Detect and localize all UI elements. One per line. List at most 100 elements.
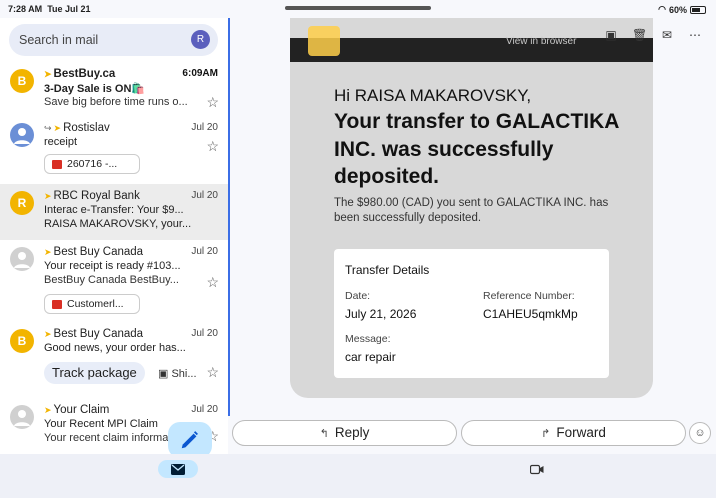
truck-icon: ▣	[158, 368, 172, 380]
email-headline: Your transfer to GALACTIKA INC. was succ…	[334, 110, 619, 188]
attachment-name: 260716 -...	[67, 158, 118, 170]
sender-logo	[308, 26, 340, 56]
mail-subject: receipt	[44, 136, 78, 148]
mail-snippet: RAISA MAKAROVSKY, your...	[44, 218, 192, 230]
pdf-icon	[52, 160, 62, 169]
track-package-button[interactable]: Track package	[44, 362, 145, 384]
important-marker-icon: ➤	[44, 247, 52, 257]
mail-sender-text: BestBuy.ca	[53, 68, 116, 80]
mail-item-rbc[interactable]: R ➤ RBC Royal Bank Jul 20 Interac e-Trans…	[0, 184, 228, 240]
mail-sender: ➤ Best Buy Canada	[44, 328, 143, 340]
reply-button[interactable]: ↰ Reply	[232, 420, 457, 446]
reply-label: Reply	[334, 425, 370, 440]
mail-item-rostislav[interactable]: ↪ ➤ Rostislav Jul 20 receipt ☆ 260716 -...	[0, 116, 228, 184]
battery-icon	[690, 5, 706, 14]
view-in-browser-link[interactable]: View in browser	[506, 36, 576, 47]
email-header-band	[290, 38, 653, 62]
gmail-tablet-app: 7:28 AM Tue Jul 21 ◠ 60% Search in mail …	[0, 0, 716, 498]
important-marker-icon: ➤	[44, 329, 52, 339]
mail-sender-text: Your Claim	[53, 404, 110, 416]
mail-sender-text: RBC Royal Bank	[53, 190, 140, 202]
forward-icon: ↱	[541, 428, 551, 440]
mail-sender: ↪ ➤ Rostislav	[44, 122, 110, 134]
status-time-text: 7:28 AM	[8, 4, 43, 14]
mail-icon	[171, 464, 185, 475]
account-avatar[interactable]: R	[191, 30, 210, 49]
status-time: 7:28 AM Tue Jul 21	[8, 4, 91, 14]
sender-avatar: R	[10, 191, 34, 215]
important-marker-icon: ➤	[53, 123, 62, 133]
star-icon[interactable]: ☆	[206, 138, 219, 155]
mail-sender-text: Best Buy Canada	[53, 246, 144, 258]
person-avatar-icon	[10, 247, 34, 271]
forward-label: Forward	[556, 425, 606, 440]
mail-subject: Your receipt is ready #103...	[44, 260, 181, 272]
search-placeholder[interactable]: Search in mail	[19, 33, 98, 47]
multitask-grabber[interactable]	[285, 6, 431, 10]
status-date: Tue Jul 21	[47, 4, 91, 14]
attachment-name: Customerl...	[67, 298, 124, 310]
mail-snippet: Save big before time runs o...	[44, 96, 188, 108]
date-value: July 21, 2026	[345, 307, 417, 321]
mail-sender: ➤ RBC Royal Bank	[44, 190, 140, 202]
wifi-icon: ◠	[658, 4, 666, 14]
mail-item-bestbuy-receipt[interactable]: ➤ Best Buy Canada Jul 20 Your receipt is …	[0, 240, 228, 322]
search-bar[interactable]: Search in mail R	[9, 24, 218, 56]
mail-date: Jul 20	[191, 246, 218, 257]
important-marker-icon: ➤	[44, 405, 52, 415]
nav-meet-tab[interactable]	[529, 462, 544, 480]
sender-avatar: B	[10, 69, 34, 93]
mail-date: Jul 20	[191, 404, 218, 415]
shipping-chip-label: Shi...	[171, 368, 197, 380]
mail-subject: Your Recent MPI Claim	[44, 418, 158, 430]
mail-date: Jul 20	[191, 328, 218, 339]
reference-label: Reference Number:	[483, 290, 575, 302]
forward-marker-icon: ↪	[44, 123, 52, 133]
email-body-text: The $980.00 (CAD) you sent to GALACTIKA …	[334, 197, 609, 224]
mail-item-bestbuy-sale[interactable]: B ➤ BestBuy.ca 6:09AM 3-Day Sale is ON🛍️ …	[0, 62, 228, 116]
mail-date: Jul 20	[191, 190, 218, 201]
delete-icon[interactable]: 🗑	[632, 28, 647, 42]
compose-button[interactable]	[168, 422, 212, 454]
nav-mail-tab[interactable]	[158, 460, 198, 478]
mark-unread-icon[interactable]: ✉	[660, 28, 674, 42]
transfer-details-title: Transfer Details	[345, 263, 430, 277]
mail-date: Jul 20	[191, 122, 218, 133]
more-options-icon[interactable]: ⋯	[688, 28, 702, 42]
reference-value: C1AHEU5qmkMp	[483, 307, 578, 321]
battery-indicator: ◠ 60%	[658, 4, 706, 15]
email-toolbar: ▣ 🗑 ✉ ⋯	[604, 24, 716, 46]
mail-sender-text: Best Buy Canada	[53, 328, 144, 340]
mail-snippet: BestBuy Canada BestBuy...	[44, 274, 179, 286]
mail-subject: Good news, your order has...	[44, 342, 186, 354]
emoji-reaction-button[interactable]: ☺	[689, 422, 711, 444]
person-avatar-icon	[10, 123, 34, 147]
bottom-navigation	[0, 454, 716, 498]
message-label: Message:	[345, 333, 391, 345]
star-icon[interactable]: ☆	[206, 364, 219, 381]
status-bar: 7:28 AM Tue Jul 21 ◠ 60%	[0, 0, 716, 18]
shipping-chip[interactable]: ▣ Shi...	[158, 367, 197, 380]
important-marker-icon: ➤	[44, 69, 52, 79]
sender-avatar: B	[10, 329, 34, 353]
mail-item-bestbuy-order[interactable]: B ➤ Best Buy Canada Jul 20 Good news, you…	[0, 322, 228, 392]
mail-sender-text: Rostislav	[63, 122, 110, 134]
important-marker-icon: ➤	[44, 191, 52, 201]
mail-sender: ➤ BestBuy.ca	[44, 68, 115, 80]
video-camera-icon	[529, 464, 544, 475]
reply-icon: ↰	[319, 428, 329, 440]
pdf-icon	[52, 300, 62, 309]
date-label: Date:	[345, 290, 371, 302]
attachment-chip[interactable]: Customerl...	[44, 294, 140, 314]
mail-subject: 3-Day Sale is ON🛍️	[44, 83, 146, 95]
mail-subject: Interac e-Transfer: Your $9...	[44, 204, 184, 216]
star-icon[interactable]: ☆	[206, 94, 219, 111]
email-greeting: Hi RAISA MAKAROVSKY,	[334, 86, 532, 105]
email-detail-pane: View in browser ▣ 🗑 ✉ ⋯ Hi RAISA MAKAROV…	[230, 18, 716, 454]
star-icon[interactable]: ☆	[206, 274, 219, 291]
forward-button[interactable]: ↱ Forward	[461, 420, 686, 446]
attachment-chip[interactable]: 260716 -...	[44, 154, 140, 174]
inbox-pane: Search in mail R B ➤ BestBuy.ca 6:09AM 3-…	[0, 18, 228, 454]
archive-icon[interactable]: ▣	[604, 28, 618, 42]
mail-sender: ➤ Your Claim	[44, 404, 109, 416]
